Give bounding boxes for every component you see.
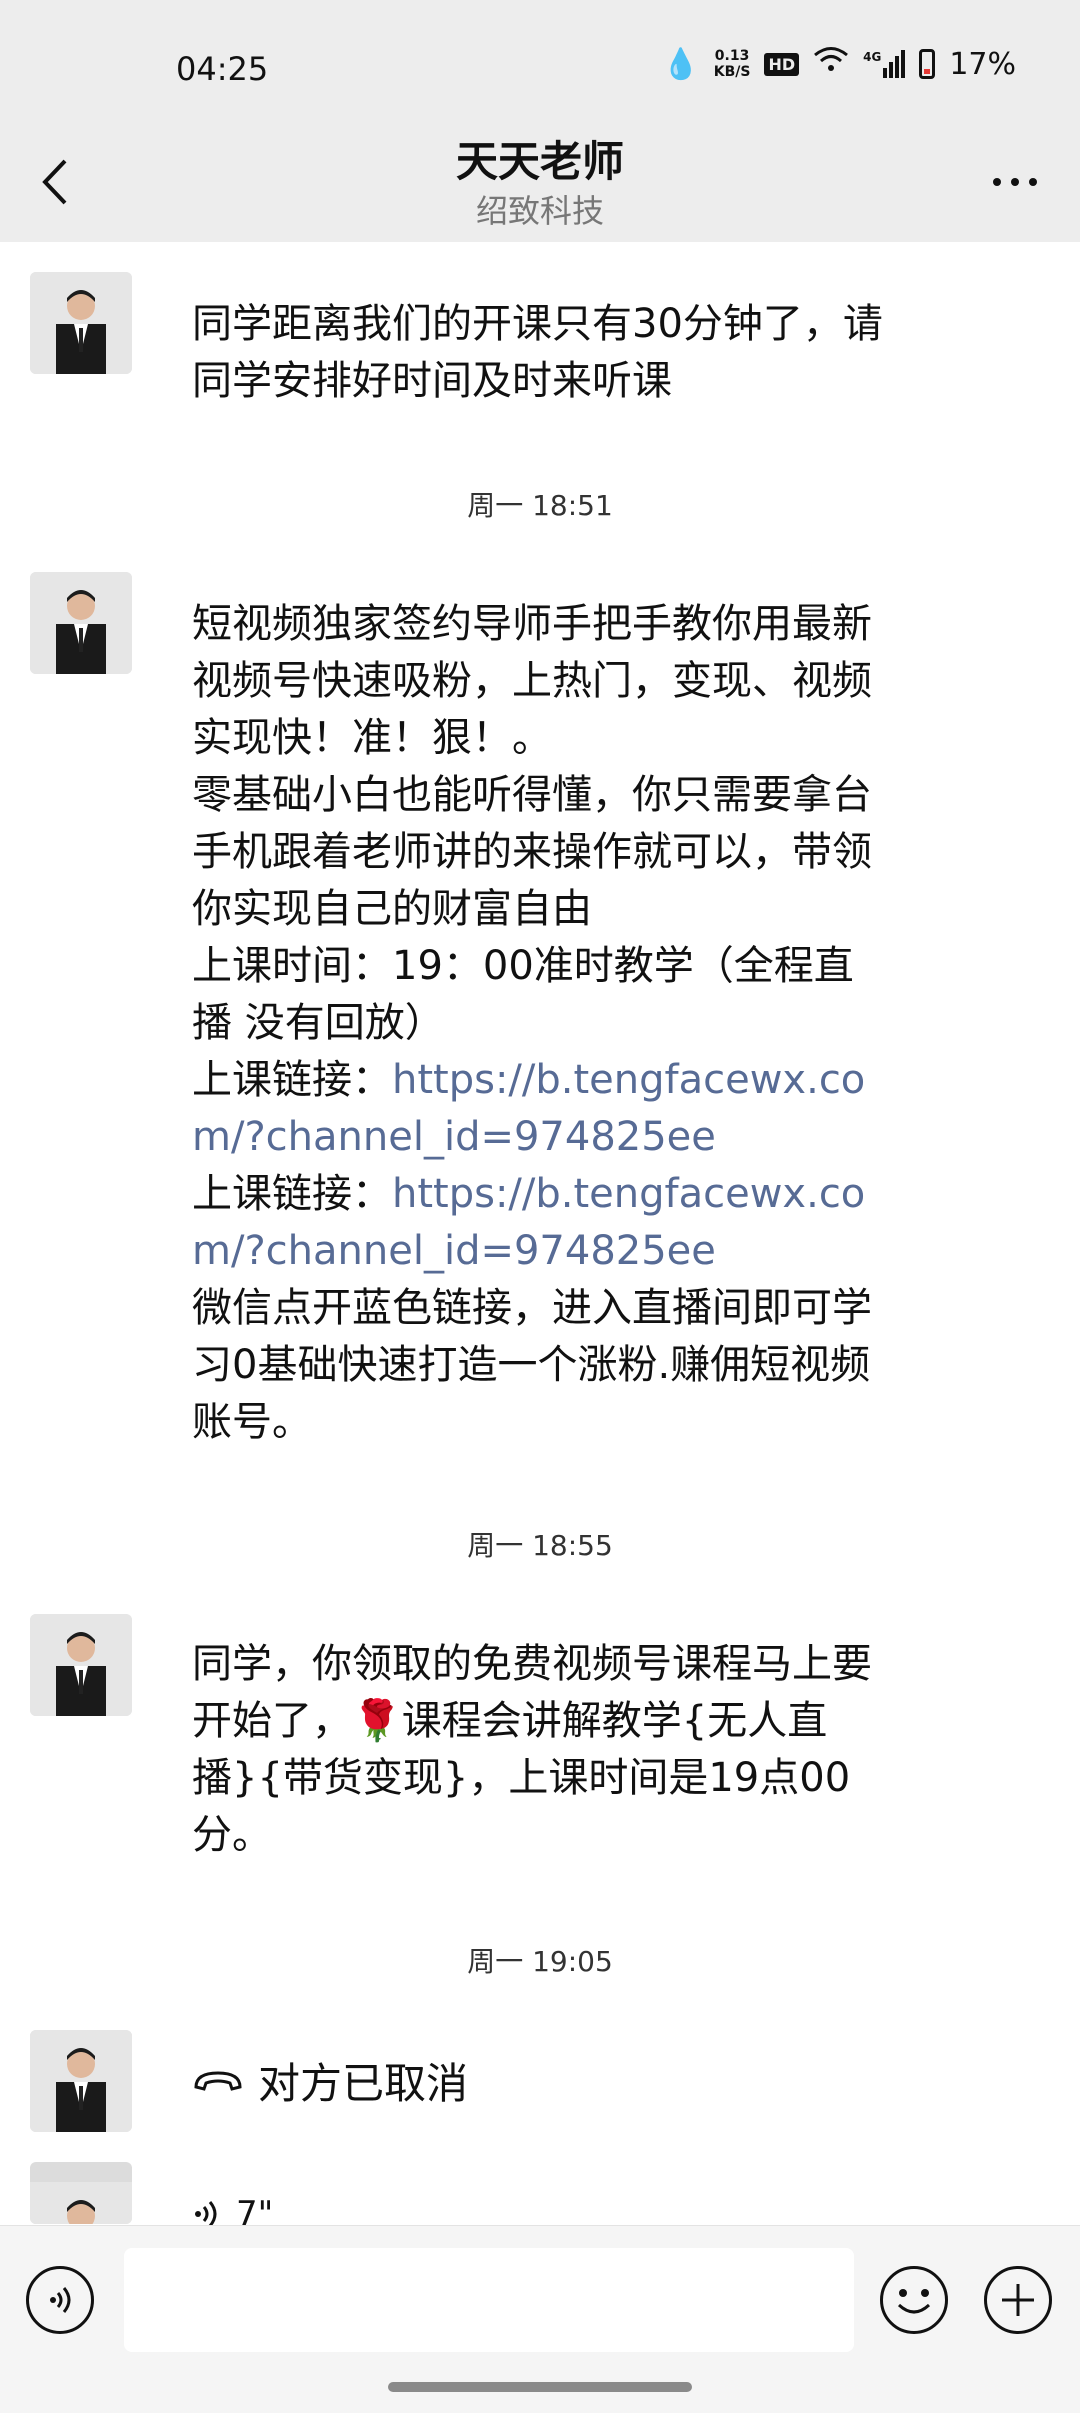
- message-text[interactable]: 同学距离我们的开课只有30分钟了，请同学安排好时间及时来听课: [192, 296, 892, 410]
- chat-header: 天天老师 绍致科技: [0, 120, 1080, 242]
- emoji-button[interactable]: [880, 2266, 948, 2334]
- battery-icon: [919, 49, 936, 79]
- chat-subtitle: 绍致科技: [475, 192, 604, 230]
- signal-icon: 4G: [863, 50, 906, 78]
- avatar[interactable]: [30, 1614, 132, 1716]
- timestamp: 周一 18:55: [467, 1529, 613, 1562]
- phone-hangup-icon: [194, 2070, 242, 2091]
- voice-input-button[interactable]: [26, 2266, 94, 2334]
- avatar[interactable]: [30, 2030, 132, 2132]
- more-options-button[interactable]: [980, 160, 1050, 204]
- wifi-icon: [813, 46, 849, 82]
- more-icon: [993, 178, 1001, 186]
- status-icons: 💧 0.13 KB/S HD 4G 17%: [662, 46, 1016, 82]
- call-record[interactable]: 对方已取消: [192, 2050, 468, 2111]
- avatar[interactable]: [30, 572, 132, 674]
- timestamp: 周一 19:05: [467, 1945, 613, 1978]
- battery-level: 17%: [949, 46, 1016, 82]
- smiley-icon: [897, 2289, 931, 2314]
- chat-title: 天天老师: [455, 137, 624, 186]
- drop-icon: 💧: [662, 46, 700, 82]
- message-text[interactable]: 同学，你领取的免费视频号课程马上要开始了，🌹课程会讲解教学{无人直播}{带货变现…: [192, 1636, 892, 1864]
- more-functions-button[interactable]: [984, 2266, 1052, 2334]
- timestamp: 周一 18:51: [467, 489, 613, 522]
- message-input[interactable]: [124, 2248, 854, 2352]
- plus-icon: [1002, 2284, 1034, 2316]
- avatar[interactable]: [30, 272, 132, 374]
- hd-icon: HD: [764, 52, 800, 76]
- message-text[interactable]: 短视频独家签约导师手把手教你用最新视频号快速吸粉，上热门，变现、视频 实现快！准…: [192, 596, 892, 1451]
- call-status-text: 对方已取消: [258, 2059, 469, 2108]
- avatar[interactable]: [30, 2162, 132, 2224]
- net-speed: 0.13 KB/S: [713, 48, 751, 80]
- home-indicator[interactable]: [388, 2382, 692, 2392]
- voice-icon: [50, 2287, 71, 2313]
- status-time: 04:25: [176, 50, 269, 88]
- status-bar: 04:25 💧 0.13 KB/S HD 4G 17%: [0, 0, 1080, 140]
